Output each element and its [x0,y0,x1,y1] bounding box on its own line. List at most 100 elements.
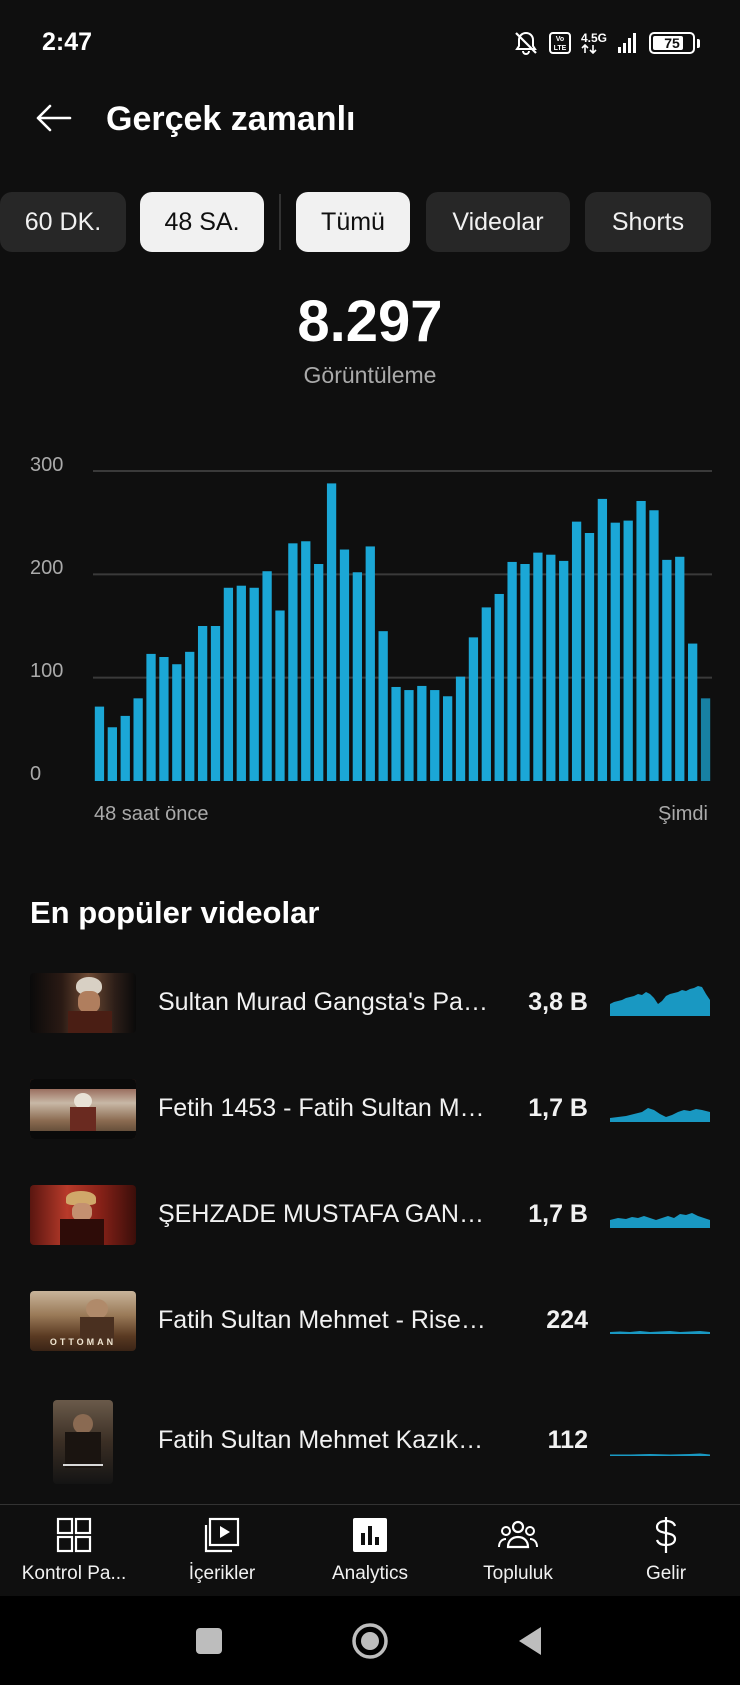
chart-bar[interactable] [430,690,440,781]
chart-bar[interactable] [481,607,491,781]
chart-bar[interactable] [94,706,105,781]
x-start-label: 48 saat önce [94,803,209,825]
chart-bar[interactable] [675,556,685,781]
chart-bar[interactable] [288,543,298,781]
chart-bar[interactable] [339,549,350,781]
y-tick-label: 0 [30,763,41,785]
video-views: 112 [547,1426,588,1454]
video-sparkline [610,1108,710,1122]
chart-bar[interactable] [700,698,711,781]
chart-bar[interactable] [223,587,234,781]
network-type: 4.5G [580,31,607,45]
video-thumbnail: OTTOMAN [30,1291,136,1351]
chart-bar[interactable] [623,520,633,781]
chart-bar[interactable] [133,698,143,781]
back-button[interactable] [34,98,74,138]
chart-bar[interactable] [185,651,195,781]
chart-bar[interactable] [275,610,285,782]
triangle-back-icon [519,1627,541,1655]
nav-dashboard[interactable]: Kontrol Pa... [0,1515,148,1595]
nav-community[interactable]: Topluluk [444,1515,592,1595]
video-row[interactable]: Sultan Murad Gangsta's Paradise 3,8 B [0,958,740,1058]
chip-all[interactable]: Tümü [296,192,410,252]
chart-bar[interactable] [352,572,363,781]
chart-bar[interactable] [197,626,208,781]
chart-bar[interactable] [520,564,530,781]
recents-button[interactable] [186,1618,232,1664]
bottom-nav: Kontrol Pa... İçerikler Analytics Toplul… [0,1504,740,1596]
chip-shorts[interactable]: Shorts [585,192,711,252]
chart-bar[interactable] [159,657,169,781]
chart-bar[interactable] [262,571,272,781]
video-sparkline [610,986,710,1016]
nav-label: İçerikler [188,1563,256,1584]
video-row[interactable]: OTTOMAN Fatih Sultan Mehmet - Rise of Em… [0,1276,740,1376]
volte-icon: Vo LTE [548,32,571,54]
chart-bar[interactable] [326,483,337,781]
back-nav-button[interactable] [507,1618,553,1664]
video-thumbnail [30,1079,136,1139]
chart-bar[interactable] [507,561,517,781]
chip-videos[interactable]: Videolar [426,192,570,252]
content-icon [202,1515,242,1555]
chart-bar[interactable] [662,559,672,781]
chart-bar[interactable] [559,560,569,781]
video-thumbnail [53,1400,113,1484]
chart-bar[interactable] [391,686,401,781]
video-row[interactable]: Fatih Sultan Mehmet Kazıklı Voyvoda 112 [0,1382,740,1502]
square-icon [196,1628,222,1654]
chart-bar[interactable] [210,626,221,781]
chart-bar[interactable] [314,564,324,781]
video-row[interactable]: ŞEHZADE MUSTAFA GANGSTA 1,7 B [0,1170,740,1270]
svg-text:LTE: LTE [554,45,567,52]
chart-bar[interactable] [584,533,595,781]
video-views: 224 [546,1306,588,1334]
battery-icon: 75 [649,32,695,54]
nav-revenue[interactable]: Gelir [592,1515,740,1595]
nav-analytics[interactable]: Analytics [296,1515,444,1595]
chart-bar[interactable] [378,631,388,781]
video-views: 1,7 B [528,1094,588,1122]
dashboard-icon [54,1515,94,1555]
chart-bar[interactable] [533,552,543,781]
views-total: 8.297 [297,289,443,354]
chart-bar[interactable] [455,676,466,781]
chart-bar[interactable] [146,653,156,781]
nav-label: Topluluk [483,1563,553,1584]
video-title: ŞEHZADE MUSTAFA GANGSTA [158,1200,488,1228]
chart-bar[interactable] [597,498,608,781]
chart-bar[interactable] [571,521,582,781]
chip-48-hours[interactable]: 48 SA. [140,192,264,252]
chart-bar[interactable] [546,554,556,781]
notifications-muted-icon [513,30,539,56]
views-chart-svg: 300 200 100 0 48 saat önce Şimdi [30,454,712,825]
chart-bar[interactable] [120,715,130,781]
nav-content[interactable]: İçerikler [148,1515,296,1595]
chart-bar[interactable] [236,585,246,781]
chart-bar[interactable] [688,643,698,781]
chart-bar[interactable] [494,593,504,781]
chart-bar[interactable] [649,510,659,781]
nav-label: Kontrol Pa... [21,1563,127,1584]
svg-text:Vo: Vo [556,36,564,43]
chart-bar[interactable] [172,664,182,781]
y-tick-label: 200 [30,557,63,579]
community-icon [498,1515,538,1555]
y-tick-label: 300 [30,454,63,476]
chart-bar[interactable] [301,541,311,781]
chart-bar[interactable] [442,696,453,781]
home-button[interactable] [347,1618,393,1664]
chart-bar[interactable] [468,637,479,781]
chart-bar[interactable] [107,727,117,781]
signal-icon [617,32,639,54]
video-thumbnail [30,973,136,1033]
chart-bar[interactable] [636,500,646,781]
chart-bar[interactable] [610,522,620,781]
chip-60-min[interactable]: 60 DK. [0,192,126,252]
chart-bar[interactable] [404,690,414,781]
status-icons: Vo LTE 4.5G 75 [513,30,700,56]
chart-bar[interactable] [417,685,427,781]
video-row[interactable]: Fetih 1453 - Fatih Sultan Mehmet 1,7 B [0,1064,740,1164]
chart-bar[interactable] [249,587,259,781]
chart-bar[interactable] [365,546,375,781]
